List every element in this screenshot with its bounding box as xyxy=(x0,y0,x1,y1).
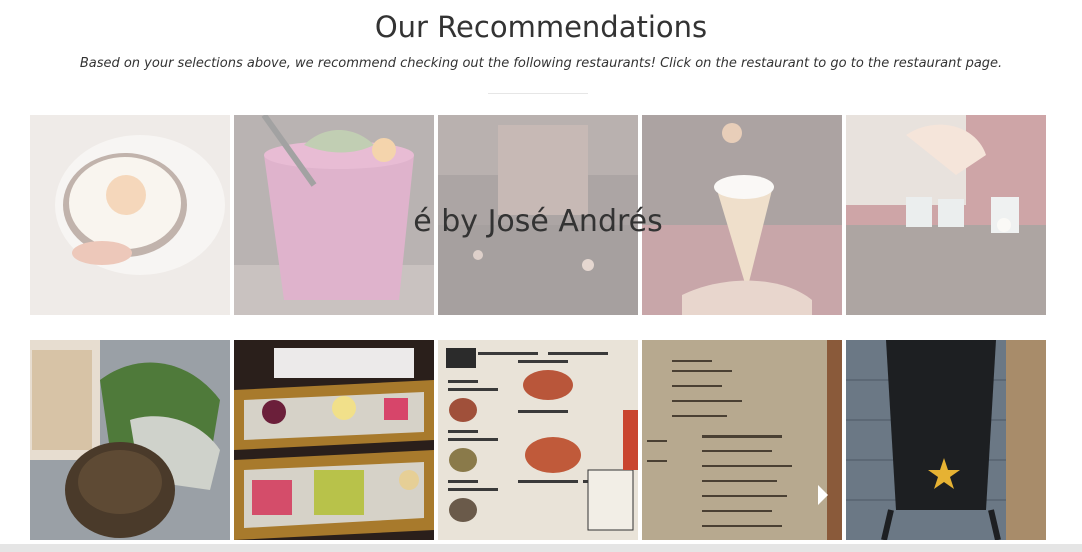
restaurant-card-2[interactable] xyxy=(30,340,1046,540)
sapporo-chalkboard-photo xyxy=(846,340,1046,540)
page-subtitle: Based on your selections above, we recom… xyxy=(79,56,1003,71)
restaurant-card-1[interactable]: é by José Andrés xyxy=(30,115,1046,315)
restaurant-name: é by José Andrés xyxy=(413,203,663,239)
burger-plate-photo xyxy=(30,340,230,540)
page-title: Our Recommendations xyxy=(374,10,708,44)
ramen-menu-photo xyxy=(438,340,638,540)
drinks-menu-photo xyxy=(642,340,842,540)
pickles-plate-photo xyxy=(234,340,434,540)
restaurant-name-overlay[interactable]: é by José Andrés xyxy=(30,115,1046,315)
bottom-scroll-edge xyxy=(0,544,1082,552)
divider xyxy=(488,93,588,94)
